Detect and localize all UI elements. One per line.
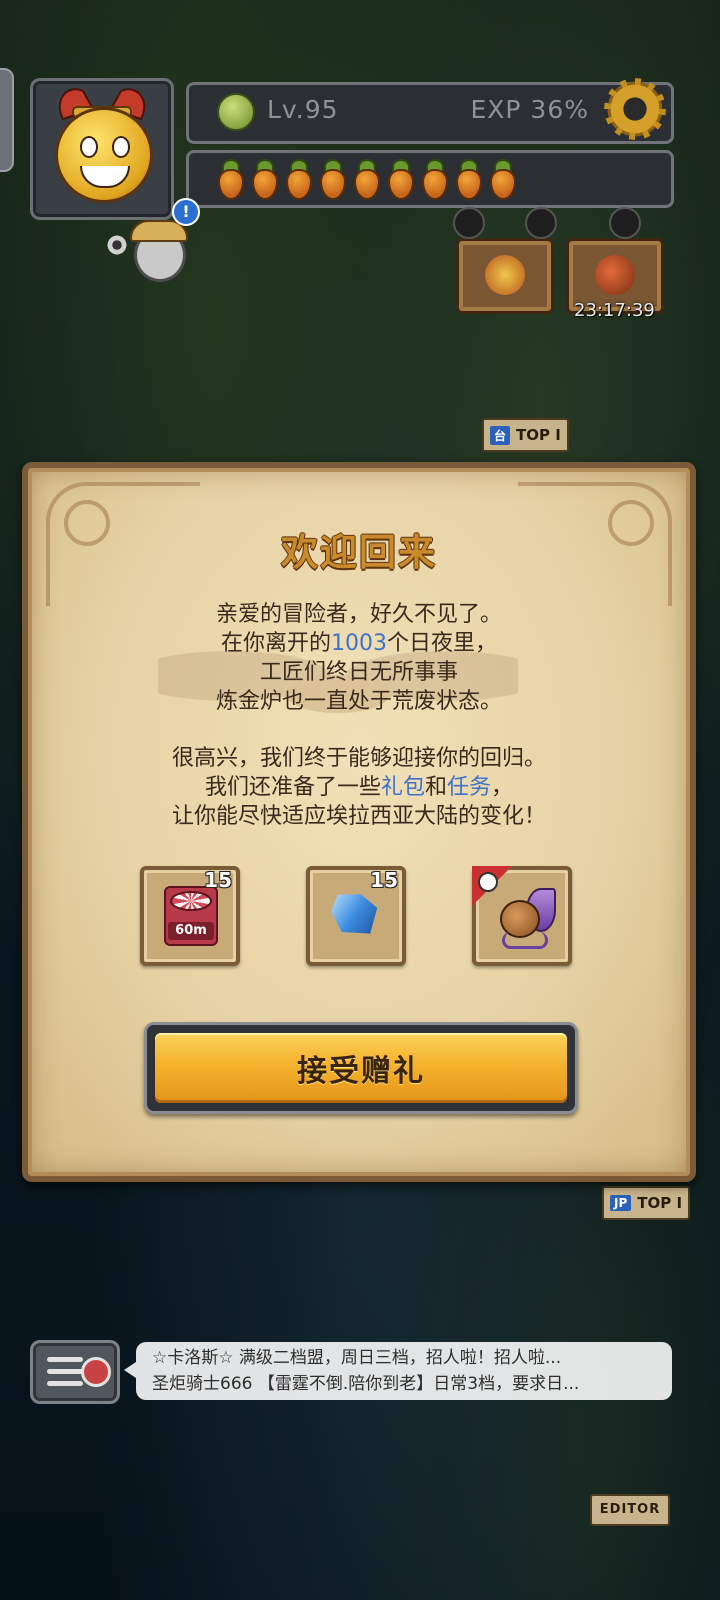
exp-percent: EXP 36% bbox=[470, 95, 589, 124]
player-level: Lv.95 bbox=[267, 95, 339, 124]
carrot-energy-icon bbox=[315, 159, 346, 200]
carrot-energy-icon bbox=[485, 159, 516, 200]
carrot-energy-icon bbox=[383, 159, 414, 200]
ranking-flag-2[interactable]: JP TOP I bbox=[602, 1186, 691, 1220]
message-line: 在你离开的1003个日夜里， bbox=[220, 631, 498, 656]
treasure-chest-icon bbox=[595, 255, 635, 295]
settings-gear-icon[interactable] bbox=[604, 78, 666, 140]
days-away-count: 1003 bbox=[331, 631, 387, 656]
level-bar: Lv.95 EXP 36% bbox=[186, 82, 674, 144]
accept-gift-button[interactable]: 接受赠礼 bbox=[144, 1022, 578, 1114]
editor-flag[interactable]: EDITOR bbox=[590, 1494, 670, 1526]
time-booster-icon: 60m bbox=[164, 886, 218, 946]
chat-menu-button[interactable] bbox=[30, 1340, 120, 1404]
monkey-face-icon bbox=[55, 107, 153, 203]
message-line: 亲爱的冒险者，好久不见了。 bbox=[215, 602, 502, 627]
carrot-energy-icon bbox=[247, 159, 278, 200]
chat-preview[interactable]: ☆卡洛斯☆ 满级二档盟，周日三档，招人啦！招人啦... 圣炬骑士666 【雷霆不… bbox=[124, 1342, 672, 1400]
message-line: 让你能尽快适应埃拉西亚大陆的变化！ bbox=[171, 804, 546, 829]
side-edge-tab[interactable] bbox=[0, 68, 14, 172]
carrot-energy-icon bbox=[417, 159, 448, 200]
carrot-list bbox=[213, 159, 516, 200]
message-line: 很高兴，我们终于能够迎接你的回归。 bbox=[171, 746, 546, 771]
carrot-energy-icon bbox=[213, 159, 244, 200]
blue-crystal-icon bbox=[329, 888, 382, 939]
message-line: 炼金炉也一直处于荒废状态。 bbox=[215, 689, 502, 714]
bomb-icon bbox=[453, 207, 485, 239]
reward-blue-crystal[interactable]: 15 bbox=[306, 866, 406, 966]
dialog-message: 亲爱的冒险者，好久不见了。 在你离开的1003个日夜里， 工匠们终日无所事事 炼… bbox=[28, 600, 690, 831]
event-crate-1[interactable] bbox=[453, 207, 557, 314]
carrot-energy-icon bbox=[451, 159, 482, 200]
carrot-energy-icon bbox=[349, 159, 380, 200]
clover-gem-icon bbox=[217, 93, 255, 131]
chat-message: ☆卡洛斯☆ 满级二档盟，周日三档，招人啦！招人啦... bbox=[152, 1348, 562, 1368]
reward-pet[interactable] bbox=[472, 866, 572, 966]
task-link[interactable]: 任务 bbox=[447, 775, 491, 800]
reward-count: 15 bbox=[204, 868, 232, 892]
trophy-icon bbox=[485, 255, 525, 295]
gift-pack-link[interactable]: 礼包 bbox=[381, 775, 425, 800]
event-timer: 23:17:39 bbox=[574, 300, 655, 321]
bomb-icon bbox=[525, 207, 557, 239]
message-line: 我们还准备了一些礼包和任务， bbox=[204, 775, 514, 800]
small-gear-icon bbox=[106, 234, 128, 256]
dialog-title: 欢迎回来 bbox=[281, 530, 437, 574]
flag-region-tag: JP bbox=[610, 1195, 632, 1211]
bomb-icon bbox=[609, 207, 641, 239]
reward-time-booster[interactable]: 60m 15 bbox=[140, 866, 240, 966]
ranking-flag-1[interactable]: 台 TOP I bbox=[482, 418, 569, 452]
flag-label: TOP I bbox=[516, 426, 561, 444]
carrot-energy-icon bbox=[281, 159, 312, 200]
energy-bar bbox=[186, 150, 674, 208]
message-line: 工匠们终日无所事事 bbox=[259, 660, 458, 685]
pet-creature-icon bbox=[492, 888, 556, 949]
chat-message: 圣炬骑士666 【雷霆不倒.陪你到老】日常3档，要求日... bbox=[152, 1374, 580, 1394]
chat-radio-icon bbox=[81, 1357, 111, 1387]
player-avatar[interactable] bbox=[30, 78, 174, 220]
notification-exclamation-icon: ! bbox=[172, 198, 200, 226]
accept-gift-label: 接受赠礼 bbox=[297, 1054, 425, 1089]
flag-region-tag: 台 bbox=[490, 425, 511, 445]
reward-count: 15 bbox=[370, 868, 398, 892]
booster-duration: 60m bbox=[168, 922, 214, 940]
welcome-back-dialog: 欢迎回来 亲爱的冒险者，好久不见了。 在你离开的1003个日夜里， 工匠们终日无… bbox=[22, 462, 696, 1182]
flag-label: TOP I bbox=[637, 1194, 683, 1212]
